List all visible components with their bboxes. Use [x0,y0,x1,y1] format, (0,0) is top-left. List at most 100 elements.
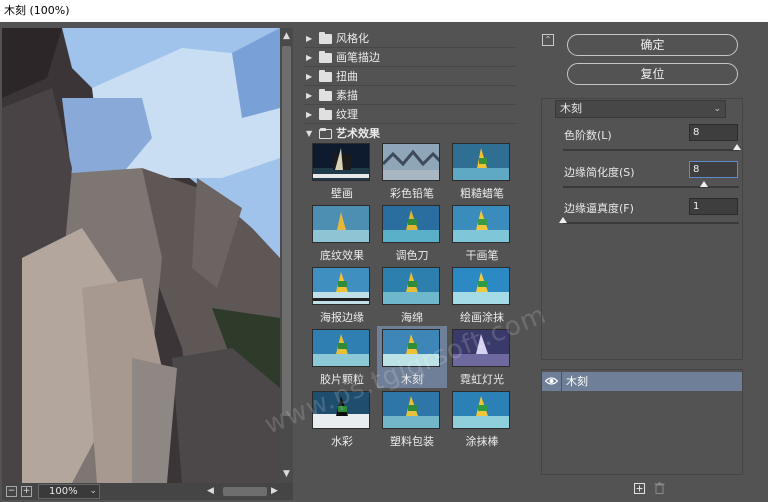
category-label: 扭曲 [336,70,358,83]
scroll-right-arrow-icon[interactable]: ▶ [271,485,281,498]
filter-label: 霓虹灯光 [460,373,504,386]
filter-label: 海绵 [401,311,423,324]
edge-fidelity-label: 边缘逼真度(F) [564,202,634,215]
thumbnail-image [382,267,440,305]
preview-status-bar: − + 100% ⌄ ◀ ▶ [2,483,293,500]
expand-arrow-icon: ▶ [306,72,313,81]
zoom-out-button[interactable]: − [6,486,17,497]
filter-thumb-dry-brush[interactable]: 干画笔 [447,202,517,264]
thumbnail-image [312,329,370,367]
folder-icon [319,32,332,44]
new-layer-icon[interactable] [634,482,645,494]
preview-canvas[interactable] [2,28,280,483]
filter-thumb-rough-pastels[interactable]: 粗糙蜡笔 [447,140,517,202]
edge-fidelity-slider[interactable] [559,217,739,224]
thumbnail-image [452,391,510,429]
divider [561,372,562,391]
slider-knob[interactable] [559,217,567,223]
expand-arrow-icon: ▶ [306,34,313,43]
edge-simplicity-slider[interactable] [563,181,739,188]
slider-knob[interactable] [699,181,708,187]
filter-thumb-poster-edges[interactable]: 海报边缘 [307,264,377,326]
folder-icon [319,51,332,63]
levels-label: 色阶数(L) [564,129,612,142]
edge-fidelity-input[interactable]: 1 [689,198,738,215]
filter-thumb-colored-pencil[interactable]: 彩色铅笔 [377,140,447,202]
filter-label: 彩色铅笔 [390,187,434,200]
folder-icon [319,70,332,82]
folder-icon [319,89,332,101]
reset-button[interactable]: 复位 [567,63,738,85]
thumbnail-image [452,205,510,243]
category-label: 画笔描边 [336,51,380,64]
expand-arrow-icon: ▶ [306,91,313,100]
edge-simplicity-label: 边缘简化度(S) [564,166,635,179]
folder-icon [319,108,332,120]
effect-layer-row[interactable]: 木刻 [542,372,742,391]
filter-label: 水彩 [331,435,353,448]
filter-label: 调色刀 [395,249,429,262]
ok-button[interactable]: 确定 [567,34,738,56]
thumbnail-image [382,205,440,243]
filter-thumb-palette-knife[interactable]: 调色刀 [377,202,447,264]
chevron-down-icon: ⌄ [89,486,97,496]
preview-image [2,28,280,483]
levels-slider[interactable] [563,144,742,151]
filter-thumb-fresco[interactable]: 壁画 [307,140,377,202]
zoom-dropdown[interactable]: 100% ⌄ [38,484,100,499]
eye-icon[interactable] [545,376,558,386]
category-label: 纹理 [336,108,358,121]
category-label: 风格化 [336,32,369,45]
filter-label: 壁画 [331,187,353,200]
zoom-in-button[interactable]: + [21,486,32,497]
collapse-gallery-button[interactable]: ⌃ [542,34,554,46]
layer-tools [632,482,672,496]
thumbnail-image [382,391,440,429]
filter-label: 底纹效果 [320,249,364,262]
scroll-thumb[interactable] [282,46,291,416]
levels-input[interactable]: 8 [689,124,738,141]
category-sketch[interactable]: ▶ 素描 [303,87,516,105]
category-label: 素描 [336,89,358,102]
scroll-left-arrow-icon[interactable]: ◀ [207,485,217,498]
expand-arrow-icon: ▶ [306,110,313,119]
double-chevron-up-icon: ⌃ [544,35,552,44]
effect-layers-panel: 木刻 [541,369,743,475]
effect-layer-label: 木刻 [566,375,588,388]
chevron-down-icon: ⌄ [713,104,721,114]
scroll-down-arrow-icon[interactable]: ▼ [281,469,292,480]
thumbnail-image [312,267,370,305]
filter-gallery: ▶ 风格化 ▶ 画笔描边 ▶ 扭曲 ▶ 素描 ▶ 纹理 ▼ 艺术效果 壁画 彩色… [303,30,516,498]
filter-label: 干画笔 [465,249,499,262]
filter-thumb-underpainting[interactable]: 底纹效果 [307,202,377,264]
folder-open-icon [319,128,332,139]
category-texture[interactable]: ▶ 纹理 [303,106,516,124]
zoom-value: 100% [49,486,78,497]
thumbnail-image [452,267,510,305]
preview-horizontal-scrollbar[interactable]: ◀ ▶ [207,485,283,498]
category-distort[interactable]: ▶ 扭曲 [303,68,516,86]
filter-select-value: 木刻 [560,102,582,115]
filter-thumb-sponge[interactable]: 海绵 [377,264,447,326]
thumbnail-image [382,143,440,181]
category-brush-strokes[interactable]: ▶ 画笔描边 [303,49,516,67]
filter-label: 塑料包装 [390,435,434,448]
filter-label: 涂抹棒 [465,435,499,448]
edge-simplicity-input[interactable]: 8 [689,161,738,178]
category-stylize[interactable]: ▶ 风格化 [303,30,516,48]
filter-label: 海报边缘 [320,311,364,324]
thumbnail-image [312,143,370,181]
filter-label: 粗糙蜡笔 [460,187,504,200]
slider-knob[interactable] [733,144,742,150]
plus-square-icon: + [22,486,31,496]
filter-thumb-plastic-wrap[interactable]: 塑料包装 [377,388,447,450]
expand-arrow-icon: ▶ [306,53,313,62]
window-title: 木刻 (100%) [0,0,768,22]
scroll-thumb[interactable] [223,487,267,496]
filter-thumb-smudge-stick[interactable]: 涂抹棒 [447,388,517,450]
thumbnail-image [452,143,510,181]
minus-square-icon: − [7,486,16,496]
scroll-up-arrow-icon[interactable]: ▲ [281,31,292,42]
filter-select[interactable]: 木刻 ⌄ [555,100,726,118]
trash-icon[interactable] [654,482,665,494]
